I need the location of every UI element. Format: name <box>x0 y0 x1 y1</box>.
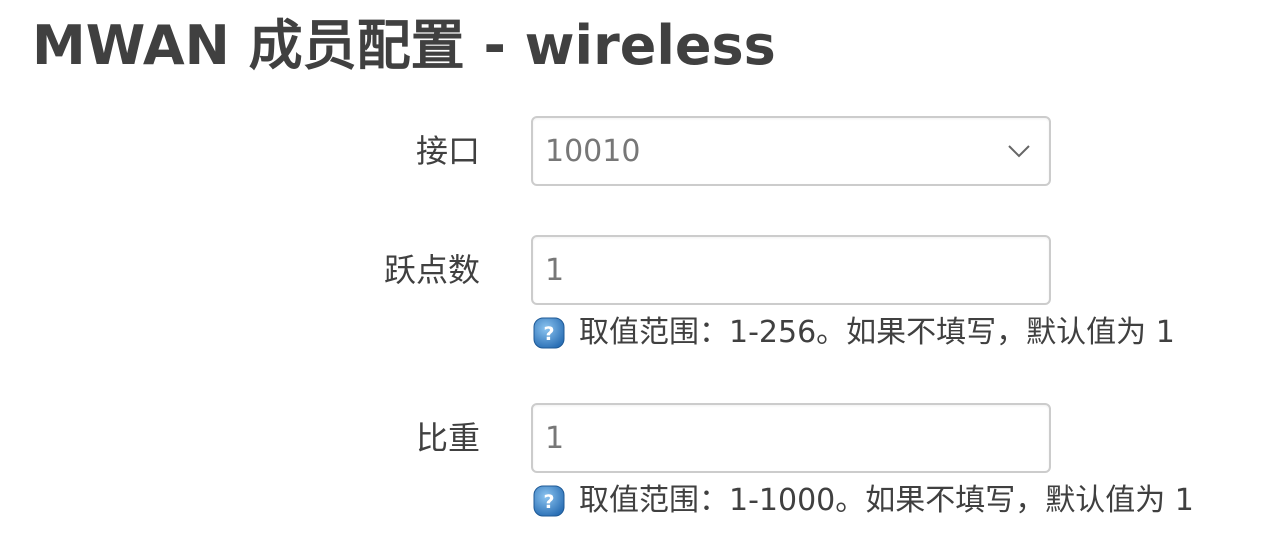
page-title: MWAN 成员配置 - wireless <box>32 14 776 77</box>
interface-label: 接口 <box>415 132 480 170</box>
weight-help: ? 取值范围：1-1000。如果不填写，默认值为 1 <box>533 481 1194 521</box>
svg-text:?: ? <box>543 323 554 345</box>
help-question-icon: ? <box>533 317 565 349</box>
weight-input[interactable]: 1 <box>531 403 1051 473</box>
metric-label: 跃点数 <box>383 251 480 289</box>
chevron-down-icon <box>1001 133 1037 169</box>
weight-input-value: 1 <box>545 420 565 456</box>
metric-input-value: 1 <box>545 252 565 288</box>
weight-help-text: 取值范围：1-1000。如果不填写，默认值为 1 <box>579 483 1194 518</box>
metric-help-text: 取值范围：1-256。如果不填写，默认值为 1 <box>579 315 1175 350</box>
mwan-member-config-page: MWAN 成员配置 - wireless 接口 10010 跃点数 1 ? 取值… <box>0 0 1278 550</box>
help-question-icon: ? <box>533 485 565 517</box>
weight-label: 比重 <box>415 419 480 457</box>
interface-select[interactable]: 10010 <box>531 116 1051 186</box>
metric-help: ? 取值范围：1-256。如果不填写，默认值为 1 <box>533 313 1175 353</box>
interface-select-value: 10010 <box>545 133 641 169</box>
svg-text:?: ? <box>543 491 554 513</box>
metric-input[interactable]: 1 <box>531 235 1051 305</box>
